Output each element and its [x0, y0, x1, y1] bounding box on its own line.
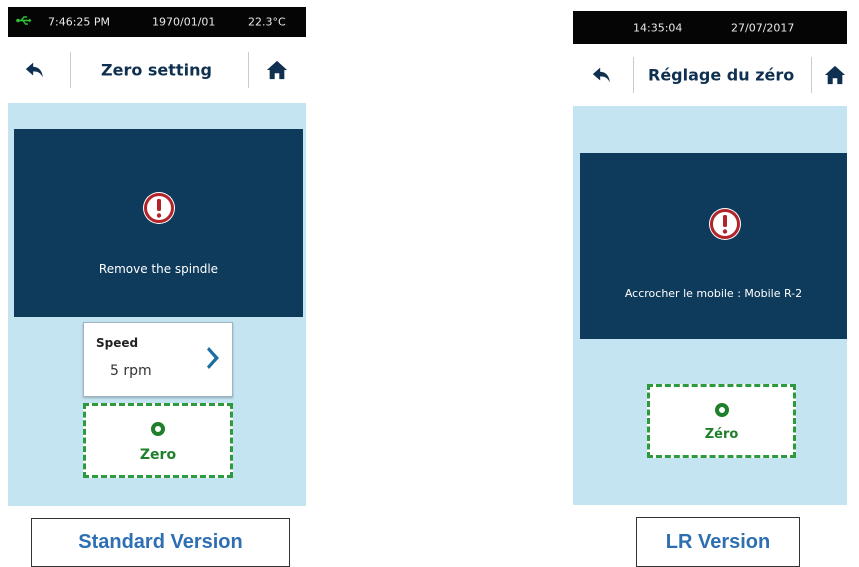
nav-separator: [811, 57, 812, 93]
page-title: Réglage du zéro: [648, 65, 795, 85]
home-icon[interactable]: [266, 59, 288, 81]
zero-button[interactable]: Zéro: [647, 384, 796, 458]
ring-icon: [714, 403, 729, 417]
zero-button-label: Zéro: [704, 427, 739, 442]
usb-icon: [16, 16, 32, 29]
status-time: 7:46:25 PM: [48, 15, 111, 29]
warning-icon: [142, 191, 176, 225]
caption-lr-version: LR Version: [636, 517, 800, 567]
back-arrow-icon[interactable]: [591, 64, 613, 86]
nav-bar: Réglage du zéro: [573, 44, 847, 106]
lr-version-screen: 14:35:04 27/07/2017 Réglage du zéro Accr…: [573, 11, 847, 505]
chevron-right-icon: [206, 345, 222, 371]
alert-panel: Accrocher le mobile : Mobile R-2: [580, 153, 847, 339]
nav-separator: [248, 52, 249, 88]
alert-panel: Remove the spindle: [14, 129, 303, 317]
zero-button[interactable]: Zero: [83, 403, 233, 478]
speed-label: Speed: [96, 336, 139, 350]
home-icon[interactable]: [824, 64, 846, 86]
status-date: 1970/01/01: [152, 15, 216, 29]
back-arrow-icon[interactable]: [24, 59, 46, 81]
nav-separator: [633, 57, 634, 93]
alert-message: Accrocher le mobile : Mobile R-2: [624, 287, 803, 300]
status-temperature: 22.3°C: [248, 15, 286, 29]
nav-bar: Zero setting: [8, 37, 306, 103]
status-bar: 14:35:04 27/07/2017: [573, 11, 847, 44]
caption-standard-version: Standard Version: [31, 518, 290, 567]
warning-icon: [708, 207, 742, 241]
speed-value: 5 rpm: [110, 363, 152, 379]
standard-version-screen: 7:46:25 PM 1970/01/01 22.3°C Zero settin…: [8, 7, 306, 506]
zero-button-label: Zero: [139, 447, 177, 463]
status-bar: 7:46:25 PM 1970/01/01 22.3°C: [8, 7, 306, 37]
nav-separator: [70, 52, 71, 88]
page-title: Zero setting: [101, 60, 212, 80]
speed-selector[interactable]: Speed 5 rpm: [83, 322, 233, 397]
ring-icon: [151, 422, 165, 436]
status-date: 27/07/2017: [731, 21, 795, 34]
alert-message: Remove the spindle: [98, 262, 219, 276]
status-time: 14:35:04: [633, 21, 683, 34]
